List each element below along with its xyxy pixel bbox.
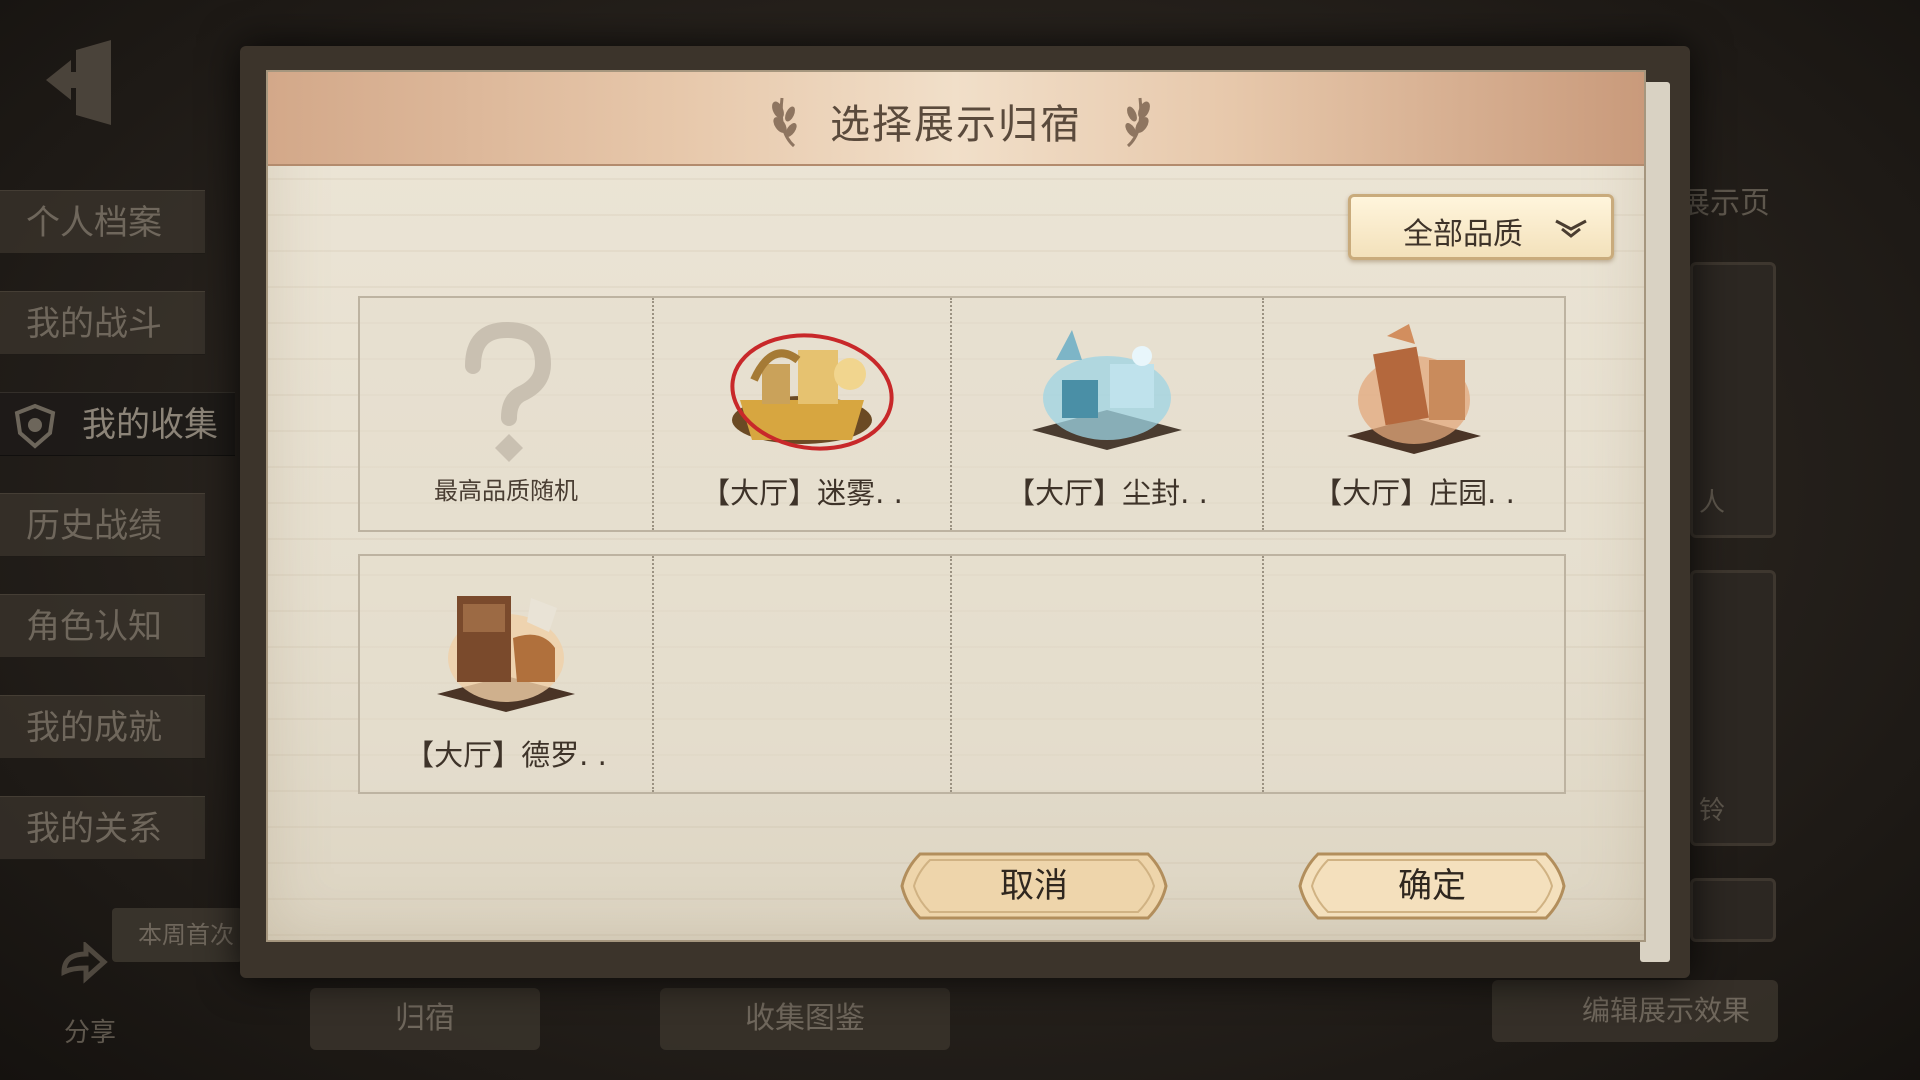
lobby-grid: 最高品质随机 【大厅】迷雾. . 【大厅】尘封. . 【大厅】庄园. . 【大厅…: [358, 296, 1566, 794]
laurel-right-icon: [1125, 97, 1150, 148]
grid-cell-label: 【大厅】德罗. .: [405, 738, 607, 772]
question-mark-icon: [465, 321, 552, 462]
nav-item-character-knowledge[interactable]: 角色认知: [0, 594, 205, 658]
showcase-card[interactable]: [1690, 878, 1776, 942]
chevron-down-icon: [1555, 219, 1587, 238]
grid-cell-label: 【大厅】迷雾. .: [701, 476, 903, 510]
dero-lobby-icon: [437, 596, 575, 712]
showcase-card-label: 铃: [1699, 796, 1726, 826]
back-door-icon[interactable]: [36, 30, 136, 130]
select-showcase-dialog: 选择展示归宿 全部品质 最高品质随机 【大厅】迷雾. . 【大厅】尘封. . 【…: [266, 70, 1646, 942]
nav-item-label: 角色认知: [26, 607, 162, 647]
manor-lobby-icon: [1347, 324, 1481, 454]
misty-lobby-icon: [730, 333, 894, 451]
grid-cell-empty: [652, 556, 950, 792]
grid-cell-label: 最高品质随机: [434, 477, 578, 505]
nav-item-achievements[interactable]: 我的成就: [0, 695, 205, 759]
nav-item-relationships[interactable]: 我的关系: [0, 796, 205, 860]
share-label[interactable]: 分享: [64, 1012, 116, 1049]
grid-cell-label: 【大厅】尘封. .: [1006, 476, 1208, 510]
showcase-card[interactable]: 铃: [1690, 570, 1776, 846]
nav-item-profile[interactable]: 个人档案: [0, 190, 205, 254]
bottom-tab-label: 归宿: [395, 1001, 455, 1036]
dialog-header: 选择展示归宿: [268, 72, 1644, 166]
grid-row: 【大厅】德罗. .: [358, 554, 1566, 794]
nav-item-label: 我的收集: [82, 405, 218, 445]
confirm-button-label: 确定: [1398, 866, 1466, 906]
side-nav: 个人档案 我的战斗 我的收集 历史战绩 角色认知 我的成就 我的关系: [0, 190, 235, 897]
showcase-card[interactable]: 人: [1690, 262, 1776, 538]
grid-cell-manor-lobby[interactable]: 【大厅】庄园. .: [1262, 298, 1564, 530]
grid-cell-random[interactable]: 最高品质随机: [360, 298, 652, 530]
nav-item-battles[interactable]: 我的战斗: [0, 291, 205, 355]
dialog-title: 选择展示归宿: [830, 102, 1082, 148]
grid-cell-dusty-lobby[interactable]: 【大厅】尘封. .: [950, 298, 1262, 530]
edit-showcase-button[interactable]: 编辑展示效果: [1492, 980, 1778, 1042]
bottom-tab-collection-guide[interactable]: 收集图鉴: [660, 988, 950, 1050]
grid-row: 最高品质随机 【大厅】迷雾. . 【大厅】尘封. . 【大厅】庄园. .: [358, 296, 1566, 532]
nav-item-collection[interactable]: 我的收集: [0, 392, 235, 456]
grid-cell-empty: [1262, 556, 1564, 792]
nav-item-label: 我的成就: [26, 708, 162, 748]
weekly-bonus-tag: 本周首次: [112, 908, 242, 962]
cancel-button[interactable]: 取消: [900, 848, 1168, 924]
quality-filter-label: 全部品质: [1403, 217, 1523, 252]
nav-item-label: 个人档案: [26, 203, 162, 243]
showcase-title: 展示页: [1680, 186, 1770, 221]
quality-filter-dropdown[interactable]: 全部品质: [1348, 194, 1614, 260]
confirm-button[interactable]: 确定: [1298, 848, 1566, 924]
grid-cell-empty: [950, 556, 1262, 792]
grid-cell-dero-lobby[interactable]: 【大厅】德罗. .: [360, 556, 652, 792]
nav-item-label: 我的关系: [26, 809, 162, 849]
grid-cell-misty-lobby[interactable]: 【大厅】迷雾. .: [652, 298, 950, 530]
dusty-lobby-icon: [1032, 330, 1182, 450]
nav-item-history[interactable]: 历史战绩: [0, 493, 205, 557]
bottom-tab-home[interactable]: 归宿: [310, 988, 540, 1050]
nav-item-label: 历史战绩: [26, 506, 162, 546]
share-icon[interactable]: [56, 942, 112, 998]
bottom-tab-label: 收集图鉴: [745, 1001, 865, 1036]
cancel-button-label: 取消: [1000, 866, 1068, 906]
nav-item-label: 我的战斗: [26, 304, 162, 344]
shield-icon: [14, 403, 56, 449]
showcase-card-label: 人: [1699, 488, 1726, 518]
grid-cell-label: 【大厅】庄园. .: [1313, 476, 1515, 510]
